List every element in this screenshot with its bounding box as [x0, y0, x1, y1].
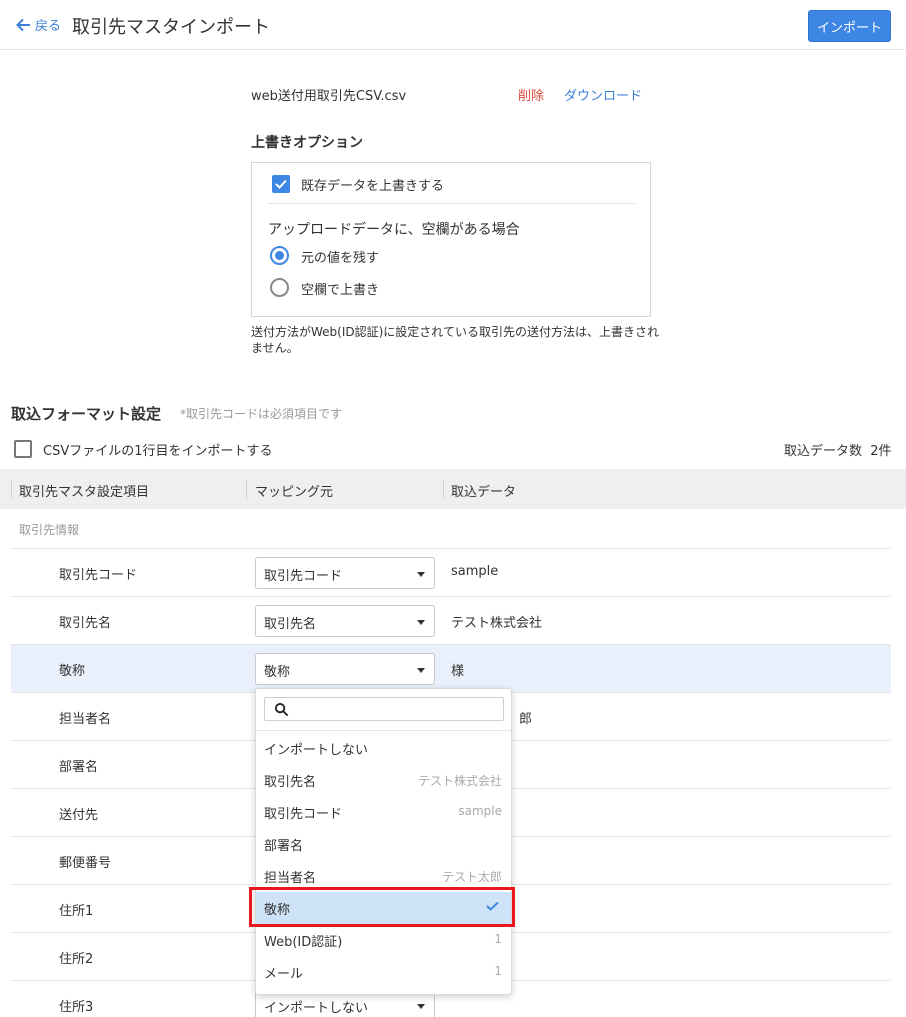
radio-overwrite-blank-label[interactable]: 空欄で上書き	[301, 279, 379, 298]
option-label: 担当者名	[264, 871, 317, 886]
dropdown-option[interactable]: Web(ID認証) 1	[256, 924, 511, 956]
option-sample-value: テスト太郎	[441, 870, 502, 884]
dropdown-option[interactable]: インポートしない	[256, 732, 511, 764]
divider	[256, 730, 511, 731]
column-header-mapping: マッピング元	[255, 485, 334, 500]
import-button[interactable]: インポート	[808, 10, 891, 42]
mapping-select[interactable]: 取引先名	[255, 605, 435, 637]
import-count: 取込データ数 2件	[784, 440, 892, 459]
field-label: 取引先名	[59, 616, 112, 631]
field-label: 住所3	[59, 1000, 94, 1015]
mapping-select-value: 取引先コード	[264, 569, 343, 584]
column-separator	[246, 479, 247, 499]
group-label: 取引先情報	[19, 523, 80, 537]
column-separator	[11, 479, 12, 499]
field-label: 部署名	[59, 760, 99, 775]
option-label: 部署名	[264, 839, 304, 854]
dropdown-option[interactable]: 取引先コード sample	[256, 796, 511, 828]
arrow-left-icon	[16, 18, 30, 31]
option-sample-value: テスト株式会社	[417, 774, 502, 788]
dropdown-option-selected[interactable]: 敬称	[256, 892, 511, 924]
format-settings-title: 取込フォーマット設定	[11, 405, 162, 423]
mapping-select[interactable]: 敬称	[255, 653, 435, 685]
field-label: 送付先	[59, 808, 99, 823]
column-separator	[443, 479, 444, 499]
radio-keep-original[interactable]	[270, 246, 289, 265]
first-row-checkbox-label[interactable]: CSVファイルの1行目をインポートする	[43, 440, 273, 459]
overwrite-options-title: 上書きオプション	[251, 135, 363, 151]
check-icon	[275, 179, 287, 189]
option-sample-value: sample	[458, 804, 502, 818]
radio-keep-original-label[interactable]: 元の値を残す	[301, 247, 379, 266]
divider	[268, 203, 635, 204]
mapping-select-value: 敬称	[264, 665, 291, 680]
import-data-value: 様	[451, 664, 465, 679]
overwrite-checkbox-label[interactable]: 既存データを上書きする	[301, 175, 444, 194]
table-row: 敬称 敬称 様	[11, 644, 891, 692]
option-label: 敬称	[264, 903, 291, 918]
option-sample-value: 1	[494, 932, 502, 946]
overwrite-note: 送付方法がWeb(ID認証)に設定されている取引先の送付方法は、上書きされません…	[251, 325, 659, 355]
table-row: 取引先コード 取引先コード sample	[11, 548, 891, 596]
dropdown-search-input[interactable]	[264, 697, 504, 721]
import-data-value: sample	[451, 564, 499, 579]
option-label: メール	[264, 967, 304, 982]
delete-file-link[interactable]: 削除	[518, 85, 544, 104]
option-label: Web(ID認証)	[264, 935, 343, 950]
field-label: 郵便番号	[59, 856, 112, 871]
import-count-label: 取込データ数	[784, 444, 863, 459]
dropdown-option[interactable]: 部署名	[256, 828, 511, 860]
dropdown-option[interactable]: メール 1	[256, 956, 511, 988]
mapping-select-value: 取引先名	[264, 617, 317, 632]
table-row: 取引先名 取引先名 テスト株式会社	[11, 596, 891, 644]
caret-down-icon	[417, 1004, 425, 1009]
field-label: 担当者名	[59, 712, 112, 727]
field-label: 取引先コード	[59, 568, 138, 583]
blank-handling-title: アップロードデータに、空欄がある場合	[268, 222, 520, 238]
option-label: 取引先コード	[264, 807, 343, 822]
page-header: 戻る 取引先マスタインポート インポート	[0, 0, 906, 50]
back-link[interactable]: 戻る	[14, 15, 61, 34]
field-label: 住所1	[59, 904, 94, 919]
mapping-select-value: インポートしない	[264, 1001, 369, 1016]
import-data-value: テスト株式会社	[451, 616, 543, 631]
column-header-data: 取込データ	[451, 485, 517, 500]
import-count-value: 2件	[870, 444, 892, 459]
caret-down-icon	[417, 572, 425, 577]
radio-overwrite-blank[interactable]	[270, 278, 289, 297]
download-file-link[interactable]: ダウンロード	[564, 85, 642, 104]
search-icon	[274, 702, 289, 717]
dropdown-option[interactable]: 担当者名 テスト太郎	[256, 860, 511, 892]
caret-down-icon	[417, 620, 425, 625]
required-note: *取引先コードは必須項目です	[180, 407, 343, 421]
overwrite-checkbox[interactable]	[272, 175, 290, 193]
checkmark-icon	[486, 901, 499, 911]
overwrite-options-box: 既存データを上書きする アップロードデータに、空欄がある場合 元の値を残す 空欄…	[251, 162, 651, 317]
dropdown-option[interactable]: 取引先名 テスト株式会社	[256, 764, 511, 796]
file-name: web送付用取引先CSV.csv	[251, 89, 407, 104]
column-header-field: 取引先マスタ設定項目	[19, 485, 150, 500]
field-label: 敬称	[59, 664, 86, 679]
option-label: インポートしない	[264, 743, 369, 758]
page-title: 取引先マスタインポート	[72, 17, 270, 38]
back-label: 戻る	[35, 19, 62, 34]
table-header: 取引先マスタ設定項目 マッピング元 取込データ	[0, 469, 906, 509]
import-data-value: 郎	[519, 712, 533, 727]
first-row-checkbox[interactable]	[14, 440, 32, 458]
field-label: 住所2	[59, 952, 94, 967]
mapping-dropdown-menu: インポートしない 取引先名 テスト株式会社 取引先コード sample 部署名 …	[255, 688, 512, 995]
option-label: 取引先名	[264, 775, 317, 790]
option-sample-value: 1	[494, 964, 502, 978]
caret-down-icon	[417, 668, 425, 673]
mapping-select[interactable]: 取引先コード	[255, 557, 435, 589]
